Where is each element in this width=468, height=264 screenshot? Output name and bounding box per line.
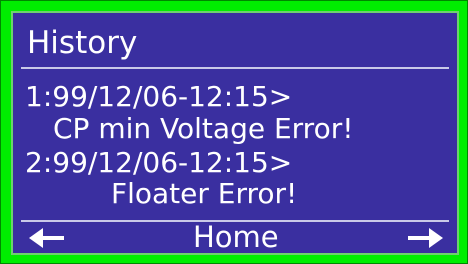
left-arrow-button[interactable] [29,225,65,255]
history-entry-2-message: Floater Error! [111,177,298,210]
right-arrow-button[interactable] [407,225,443,255]
left-arrow-icon [29,228,64,248]
history-entry-2-header: 2:99/12/06-12:15> [25,146,293,179]
right-arrow-icon [408,228,443,248]
title-divider [21,67,449,69]
lcd-screen: History 1:99/12/06-12:15> CP min Voltage… [11,11,459,255]
history-entry-1-header: 1:99/12/06-12:15> [25,80,293,113]
page-title: History [27,25,138,61]
home-button[interactable]: Home [193,219,279,255]
history-entry-1-message: CP min Voltage Error! [53,112,354,145]
device-frame: History 1:99/12/06-12:15> CP min Voltage… [0,0,468,264]
